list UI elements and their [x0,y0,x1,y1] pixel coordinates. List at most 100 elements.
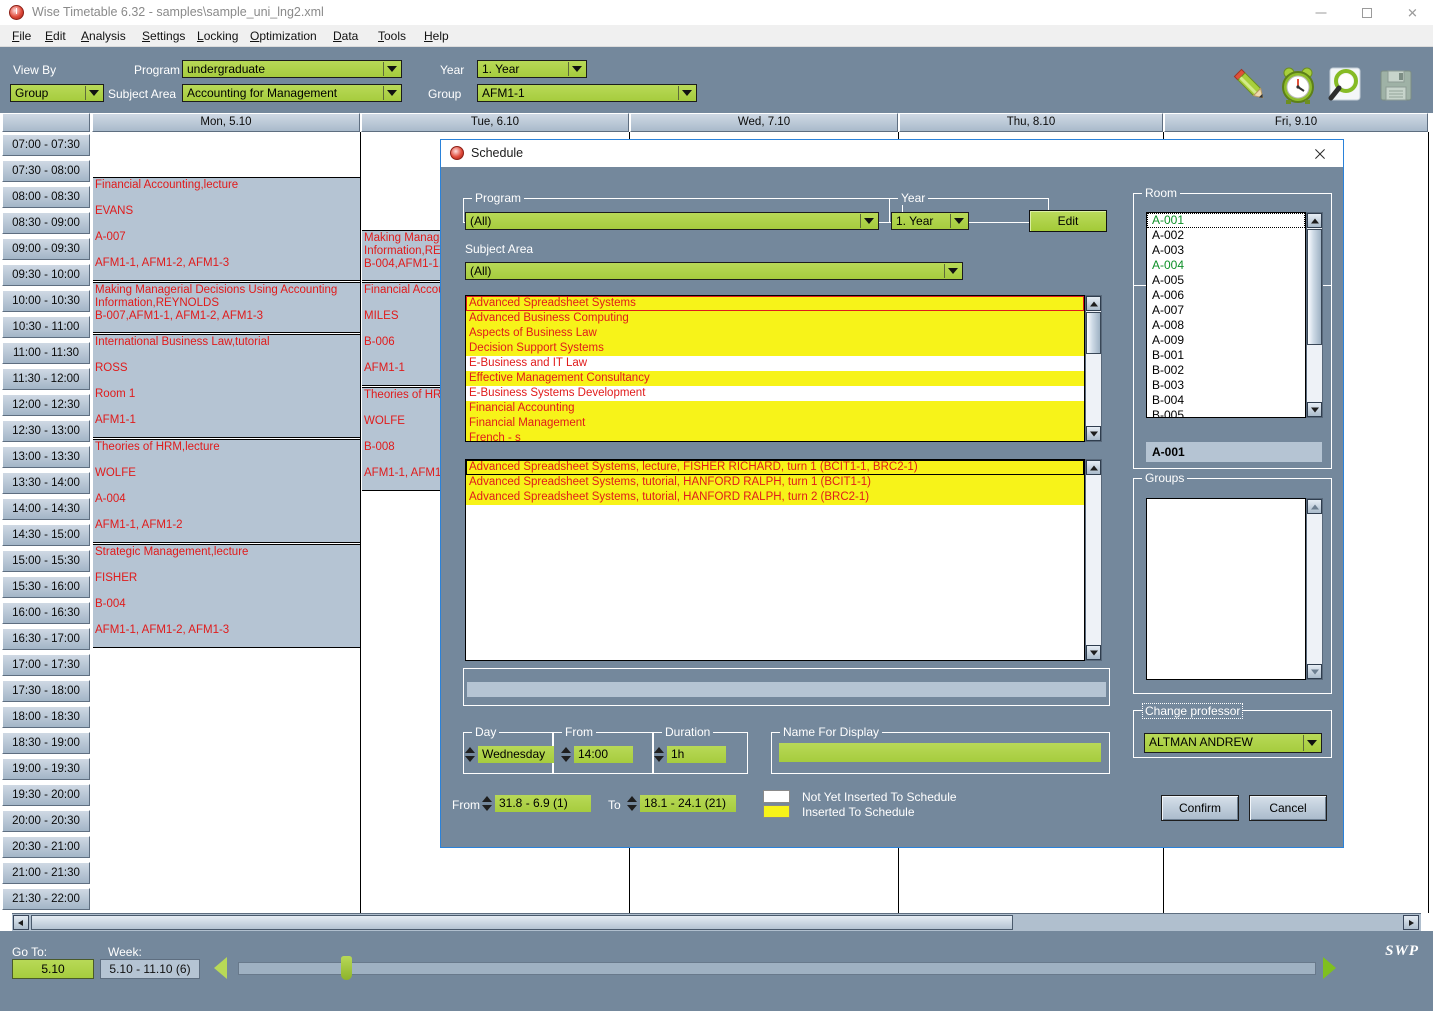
room-list-item[interactable]: B-001 [1147,348,1305,363]
menu-settings[interactable]: Settings [138,28,189,44]
grid-horizontal-scrollbar[interactable] [12,913,1421,931]
groups-scrollbar[interactable] [1306,498,1323,680]
day-header-mon[interactable]: Mon, 5.10 [92,113,360,132]
dialog-close-icon[interactable] [1299,140,1341,167]
room-list-item[interactable]: A-007 [1147,303,1305,318]
room-list-item[interactable]: A-005 [1147,273,1305,288]
subject-list-item[interactable]: Effective Management Consultancy [466,371,1084,386]
room-list-item[interactable]: A-004 [1147,258,1305,273]
week-next-icon[interactable] [1323,957,1336,979]
view-by-select[interactable]: Group [10,84,104,102]
scroll-left-icon[interactable] [13,915,29,930]
chevron-down-icon[interactable] [944,264,961,278]
subject-list-item[interactable]: Aspects of Business Law [466,326,1084,341]
activities-scrollbar[interactable] [1085,459,1102,661]
room-list-item[interactable]: A-006 [1147,288,1305,303]
menu-locking[interactable]: Locking [193,28,242,44]
room-list-item[interactable]: A-003 [1147,243,1305,258]
cancel-button[interactable]: Cancel [1249,795,1327,821]
range-from-field[interactable]: 31.8 - 6.9 (1) [495,795,591,812]
scroll-down-icon[interactable] [1086,645,1101,660]
subject-list-item[interactable]: Decision Support Systems [466,341,1084,356]
week-range-field[interactable]: 5.10 - 11.10 (6) [100,959,200,979]
close-button[interactable]: ✕ [1390,0,1433,25]
room-scrollbar[interactable] [1306,212,1323,418]
chevron-down-icon[interactable] [383,86,400,100]
week-slider-thumb[interactable] [341,956,352,980]
scroll-down-icon[interactable] [1307,664,1322,679]
event-block[interactable]: Strategic Management,lecture FISHER B-00… [93,544,360,648]
menu-data[interactable]: Data [329,28,362,44]
event-block[interactable]: Theories of HRM,lecture WOLFE A-004 AFM1… [93,439,360,543]
room-list-item[interactable]: B-002 [1147,363,1305,378]
duration-field[interactable]: 1h [667,746,726,763]
scroll-thumb[interactable] [1307,229,1322,345]
day-field[interactable]: Wednesday [478,746,554,763]
minimize-button[interactable] [1298,0,1343,25]
subject-list-item[interactable]: E-Business Systems Development [466,386,1084,401]
activity-list-item[interactable]: Advanced Spreadsheet Systems, lecture, F… [466,460,1084,475]
chevron-down-icon[interactable] [678,86,695,100]
chevron-down-icon[interactable] [568,62,585,76]
from-time-spinner[interactable] [561,746,572,763]
dialog-year-select[interactable]: 1. Year [891,212,969,230]
subject-list-item[interactable]: French - s [466,431,1084,442]
room-list-item[interactable]: A-008 [1147,318,1305,333]
event-block[interactable]: Making Managerial Decisions Using Accoun… [93,282,360,333]
day-header-thu[interactable]: Thu, 8.10 [899,113,1163,132]
subject-list-item[interactable]: E-Business and IT Law [466,356,1084,371]
menu-optimization[interactable]: Optimization [246,28,321,44]
room-list-item[interactable]: B-005 [1147,408,1305,418]
day-header-fri[interactable]: Fri, 9.10 [1164,113,1428,132]
range-from-spinner[interactable] [482,795,493,812]
name-for-display-field[interactable] [779,743,1101,762]
subject-list-item[interactable]: Advanced Spreadsheet Systems [466,296,1084,311]
edit-button[interactable]: Edit [1029,210,1107,232]
menu-help[interactable]: Help [420,28,453,44]
subjects-listbox[interactable]: Advanced Spreadsheet Systems Advanced Bu… [465,295,1085,442]
groups-listbox[interactable] [1146,498,1306,680]
room-list-item[interactable]: B-004 [1147,393,1305,408]
chevron-down-icon[interactable] [1303,735,1320,751]
chevron-down-icon[interactable] [383,62,400,76]
day-header-tue[interactable]: Tue, 6.10 [361,113,629,132]
week-previous-icon[interactable] [214,957,227,979]
subject-list-item[interactable]: Financial Management [466,416,1084,431]
room-listbox[interactable]: A-001 A-002 A-003 A-004 A-005 A-006 A-00… [1146,212,1306,418]
room-list-item[interactable]: A-002 [1147,228,1305,243]
activities-listbox[interactable]: Advanced Spreadsheet Systems, lecture, F… [465,459,1085,661]
room-list-item[interactable]: B-003 [1147,378,1305,393]
menu-edit[interactable]: Edit [41,28,70,44]
professor-select[interactable]: ALTMAN ANDREW [1144,733,1322,753]
room-list-item[interactable]: A-009 [1147,333,1305,348]
event-block[interactable]: International Business Law,tutorial ROSS… [93,334,360,438]
range-to-field[interactable]: 18.1 - 24.1 (21) [640,795,736,812]
chevron-down-icon[interactable] [85,86,102,100]
range-to-spinner[interactable] [627,795,638,812]
maximize-button[interactable] [1344,0,1389,25]
subjects-scrollbar[interactable] [1085,295,1102,442]
room-list-item[interactable]: A-001 [1147,213,1305,228]
scroll-down-icon[interactable] [1307,402,1322,417]
menu-file[interactable]: File [8,28,35,44]
scroll-up-icon[interactable] [1307,213,1322,228]
subject-area-select[interactable]: Accounting for Management [182,84,402,102]
week-slider-track[interactable] [238,962,1316,975]
floppy-save-icon[interactable] [1374,63,1418,107]
scroll-up-icon[interactable] [1307,499,1322,514]
menu-tools[interactable]: Tools [374,28,410,44]
subject-list-item[interactable]: Financial Accounting [466,401,1084,416]
goto-date-field[interactable]: 5.10 [12,959,94,979]
scroll-up-icon[interactable] [1086,296,1101,311]
day-spinner[interactable] [465,746,476,763]
chevron-down-icon[interactable] [860,214,877,228]
alarm-clock-icon[interactable] [1276,63,1320,107]
event-block[interactable]: Financial Accounting,lecture EVANS A-007… [93,177,360,281]
day-header-wed[interactable]: Wed, 7.10 [630,113,898,132]
chevron-down-icon[interactable] [950,214,967,228]
scroll-up-icon[interactable] [1086,460,1101,475]
scroll-right-icon[interactable] [1403,915,1419,930]
program-select[interactable]: undergraduate [182,60,402,78]
dialog-subject-area-select[interactable]: (All) [465,262,963,280]
subject-list-item[interactable]: Advanced Business Computing [466,311,1084,326]
